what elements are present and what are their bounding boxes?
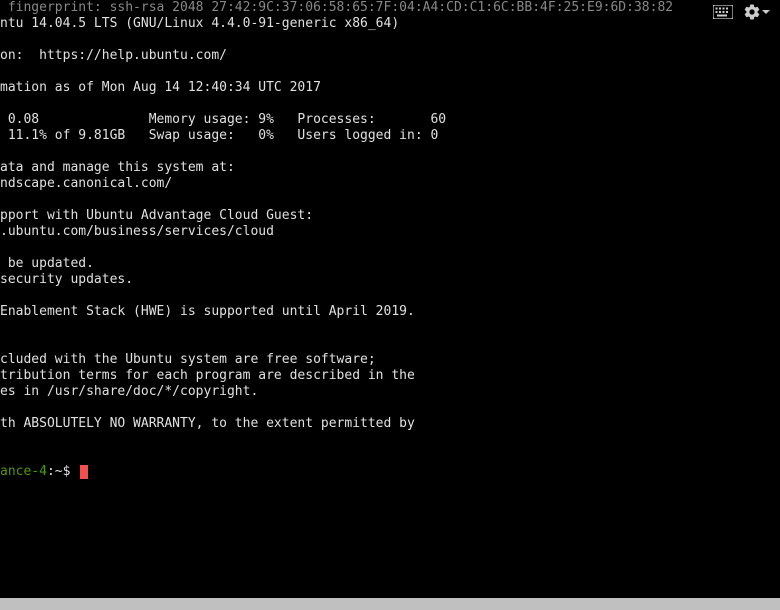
hwe-line: Enablement Stack (HWE) is supported unti… <box>0 304 415 319</box>
header-bar <box>0 0 780 24</box>
prompt-symbol: $ <box>63 464 71 479</box>
legal-line-2: tribution terms for each program are des… <box>0 368 415 383</box>
stats-line-2: 11.1% of 9.81GB Swap usage: 0% Users log… <box>0 128 438 143</box>
manage-line-1: ata and manage this system at: <box>0 160 235 175</box>
legal-line-3: es in /usr/share/doc/*/copyright. <box>0 384 258 399</box>
cursor <box>80 465 88 479</box>
advantage-line-2: .ubuntu.com/business/services/cloud <box>0 224 274 239</box>
advantage-line-1: pport with Ubuntu Advantage Cloud Guest: <box>0 208 313 223</box>
stats-line-1: 0.08 Memory usage: 9% Processes: 60 <box>0 112 446 127</box>
warranty-line: th ABSOLUTELY NO WARRANTY, to the extent… <box>0 416 415 431</box>
bottom-strip <box>0 598 780 610</box>
prompt-user: ance-4 <box>0 464 47 479</box>
updates-line-2: security updates. <box>0 272 133 287</box>
gear-icon[interactable] <box>743 3 770 21</box>
help-line: on: https://help.ubuntu.com/ <box>0 48 227 63</box>
prompt-path: :~ <box>47 464 63 479</box>
terminal-content[interactable]: fingerprint: ssh-rsa 2048 27:42:9C:37:06… <box>0 0 780 480</box>
updates-line-1: be updated. <box>0 256 94 271</box>
keyboard-icon[interactable] <box>713 5 733 19</box>
terminal-window: fingerprint: ssh-rsa 2048 27:42:9C:37:06… <box>0 0 780 598</box>
legal-line-1: cluded with the Ubuntu system are free s… <box>0 352 376 367</box>
manage-line-2: ndscape.canonical.com/ <box>0 176 172 191</box>
sysinfo-line: mation as of Mon Aug 14 12:40:34 UTC 201… <box>0 80 321 95</box>
